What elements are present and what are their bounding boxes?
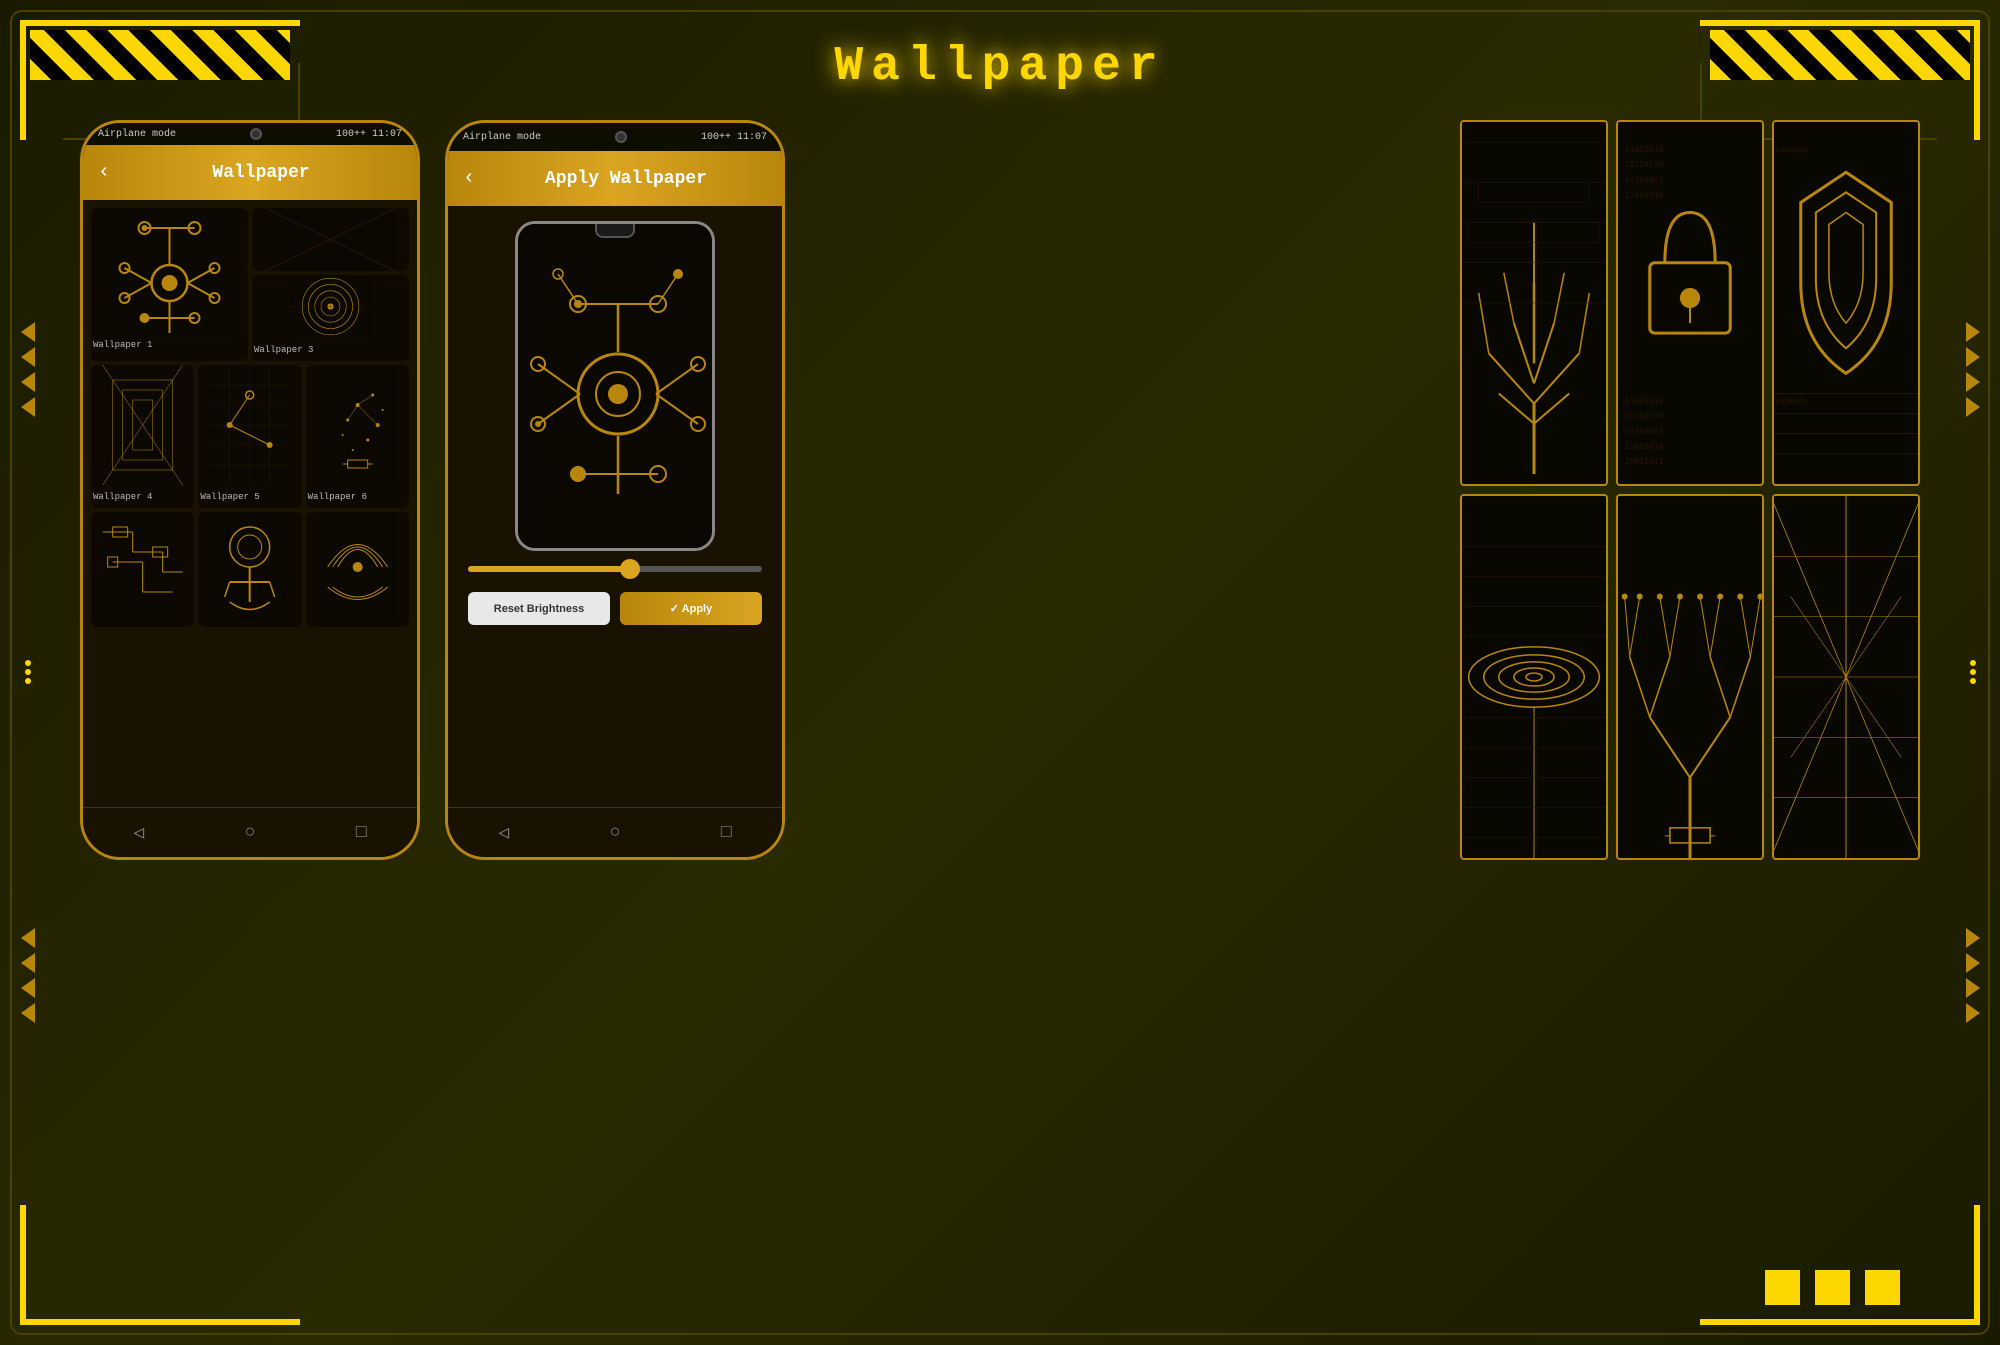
svg-text:01001010: 01001010 [1625, 145, 1664, 154]
indicator-2 [1815, 1270, 1850, 1305]
row-2-area: Wallpaper 4 [83, 365, 417, 508]
page-title: Wallpaper [834, 40, 1165, 94]
svg-text:01101001: 01101001 [1625, 427, 1664, 436]
gallery-item-4[interactable] [1460, 494, 1608, 860]
svg-text:10110100: 10110100 [1625, 412, 1664, 421]
apply-button[interactable]: ✓ Apply [620, 592, 762, 625]
left-screen-title: Wallpaper [120, 163, 402, 183]
brightness-slider[interactable] [468, 566, 762, 572]
left-nav-recent[interactable]: □ [356, 823, 367, 843]
wallpaper-thumb-6[interactable]: Wallpaper 6 [306, 365, 409, 508]
svg-text:01001010: 01001010 [1625, 397, 1664, 406]
wallpaper-thumb-4[interactable]: Wallpaper 4 [91, 365, 194, 508]
indicator-3 [1865, 1270, 1900, 1305]
svg-text:10011011: 10011011 [1625, 457, 1664, 466]
wallpaper-row-3-grid [91, 512, 409, 627]
reset-brightness-button[interactable]: Reset Brightness [468, 592, 610, 625]
wallpaper-thumb-8[interactable] [198, 512, 301, 627]
svg-text:01101001: 01101001 [1625, 175, 1664, 184]
wallpaper-label-6: Wallpaper 6 [306, 490, 409, 508]
svg-text:11010010: 11010010 [1625, 442, 1664, 451]
brightness-section [448, 556, 782, 582]
middle-back-button[interactable]: ‹ [463, 167, 475, 190]
wallpaper-thumb-3[interactable]: Wallpaper 3 [252, 275, 409, 361]
wallpaper-thumb-1[interactable]: Wallpaper 1 [91, 208, 248, 361]
left-battery-time: 100++ 11:07 [336, 129, 402, 140]
left-phone-title-bar: ‹ Wallpaper [83, 145, 417, 200]
middle-battery-time: 100++ 11:07 [701, 132, 767, 143]
wallpaper-col-right-1: Wallpaper 3 [252, 208, 409, 361]
middle-airplane: Airplane mode [463, 132, 541, 143]
indicator-1 [1765, 1270, 1800, 1305]
preview-notch [595, 224, 635, 238]
left-camera [250, 128, 262, 140]
left-phone-nav: ◁ ○ □ [83, 807, 417, 857]
wallpaper-thumb-2[interactable] [252, 208, 409, 271]
left-airplane-mode: Airplane mode [98, 129, 176, 140]
left-nav-home[interactable]: ○ [245, 823, 256, 843]
preview-phone-frame [515, 221, 715, 551]
brightness-thumb[interactable] [620, 559, 640, 579]
preview-container [448, 206, 782, 556]
middle-status-bar: Airplane mode 100++ 11:07 [448, 123, 782, 151]
wallpaper-label-3: Wallpaper 3 [252, 343, 409, 361]
middle-screen-title: Apply Wallpaper [485, 169, 767, 189]
left-nav-back[interactable]: ◁ [133, 822, 144, 844]
left-back-button[interactable]: ‹ [98, 161, 110, 184]
wallpaper-label-5: Wallpaper 5 [198, 490, 301, 508]
gallery-item-1[interactable] [1460, 120, 1608, 486]
svg-text:11010010: 11010010 [1625, 190, 1664, 199]
wallpaper-label-4: Wallpaper 4 [91, 490, 194, 508]
wallpaper-thumb-9[interactable] [306, 512, 409, 627]
action-buttons: Reset Brightness ✓ Apply [448, 582, 782, 635]
wallpaper-label-1: Wallpaper 1 [91, 338, 248, 356]
svg-text:10110100: 10110100 [1625, 160, 1664, 169]
right-chevrons [1955, 200, 1990, 1145]
middle-title-bar: ‹ Apply Wallpaper [448, 151, 782, 206]
wallpaper-row-3 [83, 512, 417, 627]
middle-nav-home[interactable]: ○ [610, 823, 621, 843]
middle-camera [615, 131, 627, 143]
brightness-fill [468, 566, 630, 572]
gallery-right: 01001010 10110100 01101001 11010010 0100… [1460, 120, 1920, 860]
main-container: Wallpaper Airplane mode 100++ 11:07 ‹ Wa… [0, 0, 2000, 1345]
wallpaper-thumb-5[interactable]: Wallpaper 5 [198, 365, 301, 508]
gallery-item-5[interactable] [1616, 494, 1764, 860]
gallery-item-3[interactable]: 0101 1010 0110 1001 [1772, 120, 1920, 486]
left-phone-status-bar: Airplane mode 100++ 11:07 [83, 123, 417, 145]
middle-phone: Airplane mode 100++ 11:07 ‹ Apply Wallpa… [445, 120, 785, 860]
left-chevrons [10, 200, 45, 1145]
gallery-item-2[interactable]: 01001010 10110100 01101001 11010010 0100… [1616, 120, 1764, 486]
wallpaper-row-1: Wallpaper 1 [83, 200, 417, 361]
wallpaper-thumb-7[interactable] [91, 512, 194, 627]
wallpaper-row-2: Wallpaper 4 [91, 365, 409, 508]
svg-text:1010: 1010 [1791, 145, 1808, 154]
middle-phone-nav: ◁ ○ □ [448, 807, 782, 857]
middle-nav-back[interactable]: ◁ [498, 822, 509, 844]
middle-nav-recent[interactable]: □ [721, 823, 732, 843]
corner-decoration-br [1700, 1205, 1980, 1325]
left-status-right [250, 128, 262, 140]
bottom-indicators [1765, 1270, 1900, 1305]
gallery-item-6[interactable] [1772, 494, 1920, 860]
left-phone: Airplane mode 100++ 11:07 ‹ Wallpaper [80, 120, 420, 860]
svg-text:1001: 1001 [1791, 397, 1808, 406]
corner-decoration-bl [20, 1205, 300, 1325]
middle-camera-area [615, 131, 627, 143]
left-phone-content: Wallpaper 1 [83, 200, 417, 860]
